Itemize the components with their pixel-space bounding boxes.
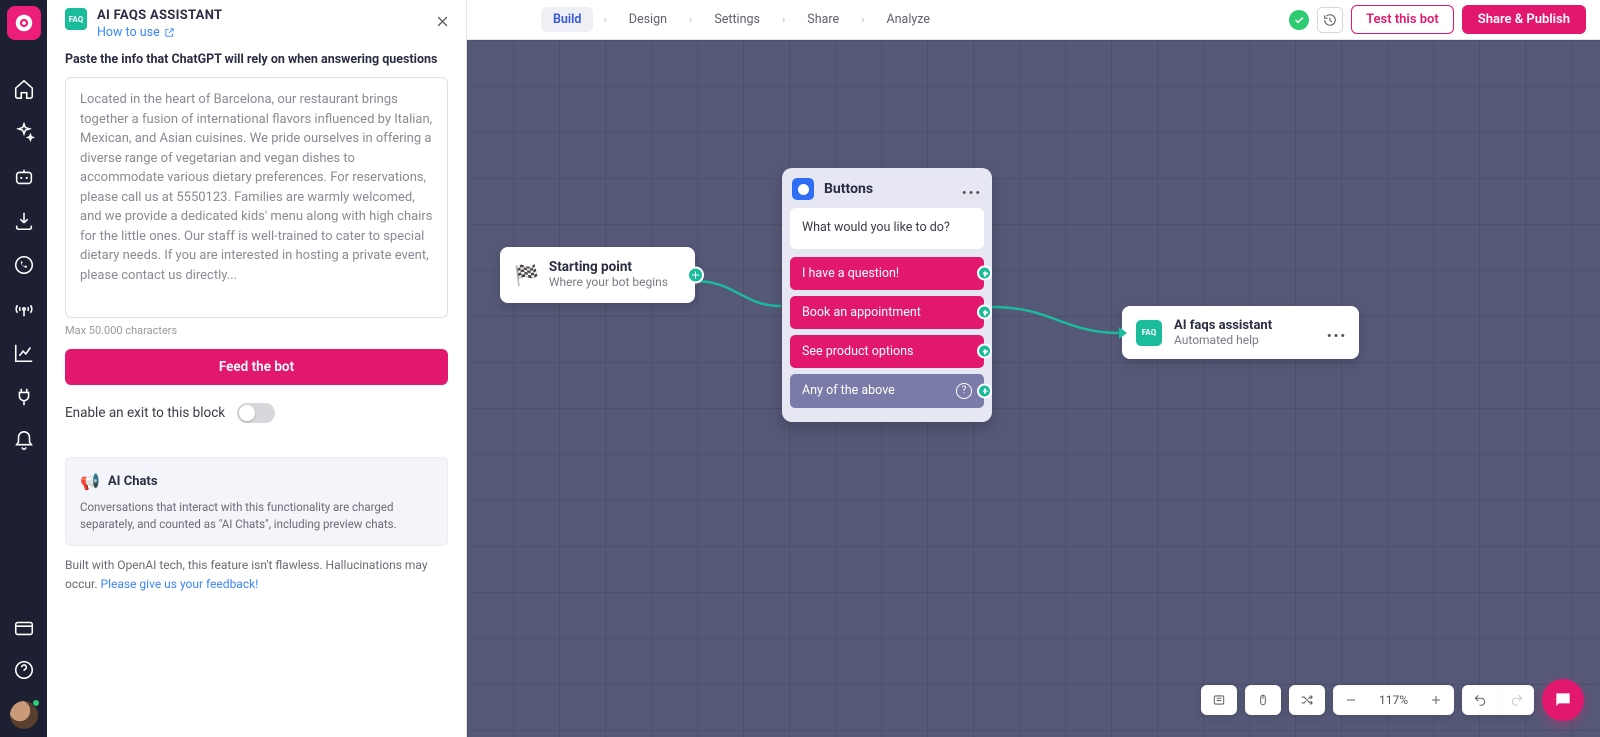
- undo-icon[interactable]: [1462, 685, 1498, 715]
- feedback-link[interactable]: Please give us your feedback!: [101, 577, 259, 591]
- faq-node-title: AI faqs assistant: [1174, 318, 1315, 333]
- main-area: Build › Design › Settings › Share › Anal…: [467, 0, 1600, 737]
- bell-icon[interactable]: [13, 430, 35, 452]
- canvas-toolbar: 117%: [1201, 679, 1584, 721]
- topbar: Build › Design › Settings › Share › Anal…: [467, 0, 1600, 40]
- node-start-title: Starting point: [549, 259, 668, 275]
- external-link-icon: [164, 27, 175, 38]
- home-icon[interactable]: [13, 78, 35, 100]
- option-output-port[interactable]: [977, 383, 992, 398]
- sparkles-icon[interactable]: [13, 122, 35, 144]
- app-logo[interactable]: [7, 6, 41, 40]
- side-panel: FAQ AI FAQS ASSISTANT How to use Paste t…: [47, 0, 467, 737]
- buttons-block-icon: [792, 178, 814, 200]
- node-buttons[interactable]: Buttons What would you like to do? I hav…: [782, 168, 992, 422]
- button-option-2[interactable]: See product options: [790, 335, 984, 368]
- node-input-port[interactable]: [1119, 327, 1127, 339]
- info-body: Conversations that interact with this fu…: [80, 499, 433, 534]
- buttons-question: What would you like to do?: [790, 208, 984, 249]
- note-tool-icon[interactable]: [1201, 685, 1237, 715]
- faq-node-subtitle: Automated help: [1174, 333, 1315, 347]
- shuffle-icon[interactable]: [1289, 685, 1325, 715]
- node-ai-faqs[interactable]: FAQ AI faqs assistant Automated help: [1122, 306, 1359, 359]
- analytics-icon[interactable]: [13, 342, 35, 364]
- feed-the-bot-button[interactable]: Feed the bot: [65, 349, 448, 385]
- enable-exit-toggle[interactable]: [237, 403, 275, 423]
- flag-icon: 🏁: [514, 263, 539, 287]
- flow-canvas[interactable]: 🏁 Starting point Where your bot begins B…: [467, 40, 1600, 737]
- chevron-right-icon: ›: [861, 13, 864, 26]
- zoom-out-button[interactable]: [1333, 685, 1369, 715]
- max-characters-hint: Max 50.000 characters: [65, 324, 448, 337]
- node-menu-icon[interactable]: [962, 180, 980, 199]
- info-title: AI Chats: [108, 474, 158, 489]
- buttons-block-title: Buttons: [824, 181, 873, 197]
- enable-exit-label: Enable an exit to this block: [65, 405, 225, 421]
- whatsapp-icon[interactable]: [13, 254, 35, 276]
- button-option-0[interactable]: I have a question!: [790, 257, 984, 290]
- tab-share[interactable]: Share: [795, 7, 851, 32]
- help-icon[interactable]: [13, 659, 35, 681]
- node-output-port[interactable]: [687, 266, 704, 283]
- button-option-3[interactable]: Any of the above?: [790, 374, 984, 408]
- chevron-right-icon: ›: [603, 13, 606, 26]
- tab-design[interactable]: Design: [617, 7, 679, 32]
- card-icon[interactable]: [13, 617, 35, 639]
- question-mark-icon: ?: [956, 383, 972, 399]
- close-icon[interactable]: [435, 8, 450, 33]
- download-icon[interactable]: [13, 210, 35, 232]
- option-output-port[interactable]: [977, 266, 992, 281]
- chevron-right-icon: ›: [782, 13, 785, 26]
- share-publish-button[interactable]: Share & Publish: [1462, 5, 1586, 34]
- mouse-tool-icon[interactable]: [1245, 685, 1281, 715]
- button-option-1[interactable]: Book an appointment: [790, 296, 984, 329]
- tab-analyze[interactable]: Analyze: [874, 7, 942, 32]
- faq-node-icon: FAQ: [1136, 320, 1162, 346]
- panel-title: AI FAQS ASSISTANT: [97, 8, 222, 23]
- test-bot-button[interactable]: Test this bot: [1351, 5, 1454, 34]
- megaphone-icon: 📢: [80, 472, 100, 491]
- chat-fab-button[interactable]: [1542, 679, 1584, 721]
- chevron-right-icon: ›: [689, 13, 692, 26]
- tab-build[interactable]: Build: [541, 7, 593, 32]
- redo-icon[interactable]: [1498, 685, 1534, 715]
- node-menu-icon[interactable]: [1327, 323, 1345, 342]
- broadcast-icon[interactable]: [13, 298, 35, 320]
- footer-note: Built with OpenAI tech, this feature isn…: [65, 556, 448, 593]
- status-ok-icon: [1289, 10, 1309, 30]
- topbar-tabs: Build › Design › Settings › Share › Anal…: [541, 7, 942, 32]
- field-label: Paste the info that ChatGPT will rely on…: [65, 52, 448, 67]
- user-avatar[interactable]: [10, 701, 38, 729]
- option-output-port[interactable]: [977, 344, 992, 359]
- left-rail: [0, 0, 47, 737]
- node-start-subtitle: Where your bot begins: [549, 275, 668, 291]
- tab-settings[interactable]: Settings: [702, 7, 772, 32]
- how-to-use-link[interactable]: How to use: [97, 25, 222, 40]
- plug-icon[interactable]: [13, 386, 35, 408]
- zoom-in-button[interactable]: [1418, 685, 1454, 715]
- faq-badge-icon: FAQ: [65, 8, 87, 30]
- knowledge-textarea[interactable]: [65, 77, 448, 318]
- ai-chats-info-card: 📢 AI Chats Conversations that interact w…: [65, 457, 448, 547]
- zoom-value: 117%: [1369, 693, 1418, 707]
- bot-icon[interactable]: [13, 166, 35, 188]
- history-button[interactable]: [1317, 7, 1343, 33]
- option-output-port[interactable]: [977, 305, 992, 320]
- node-starting-point[interactable]: 🏁 Starting point Where your bot begins: [500, 247, 695, 303]
